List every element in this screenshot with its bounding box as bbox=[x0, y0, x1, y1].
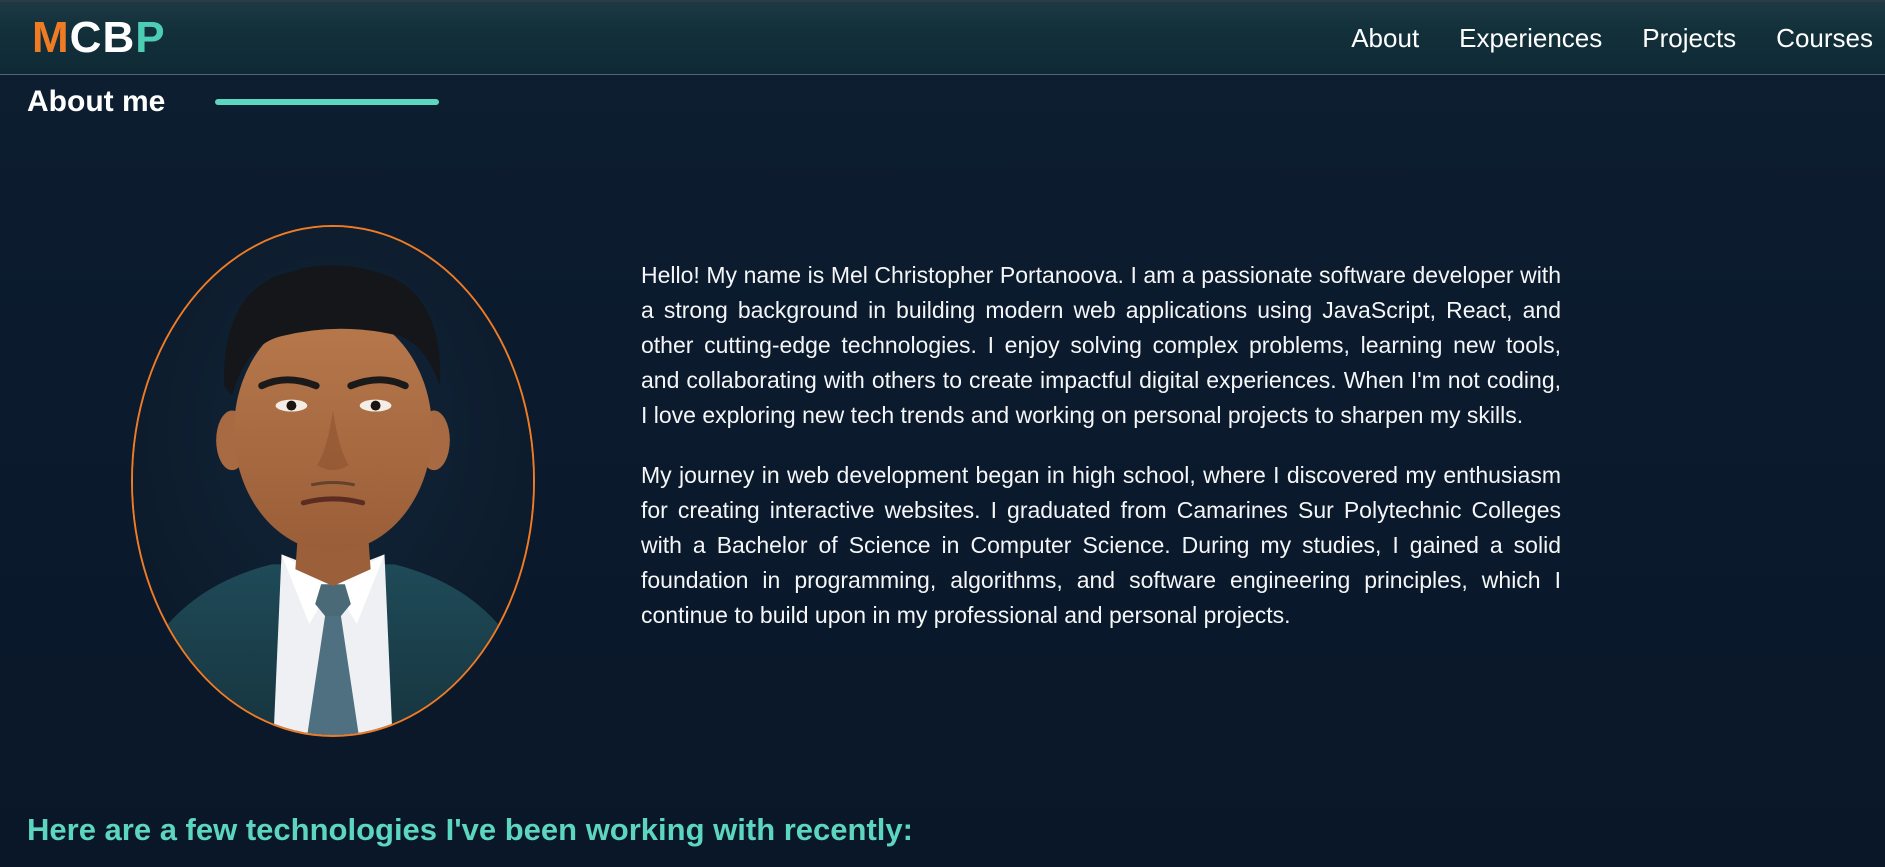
navbar: M C B P About Experiences Projects Cours… bbox=[0, 0, 1885, 75]
title-underline bbox=[215, 99, 440, 105]
bio-paragraph-intro: Hello! My name is Mel Christopher Portan… bbox=[641, 262, 1561, 428]
logo-letter-b: B bbox=[102, 13, 136, 62]
logo[interactable]: M C B P bbox=[32, 16, 166, 60]
nav-link-projects[interactable]: Projects bbox=[1642, 23, 1736, 54]
nav-link-courses[interactable]: Courses bbox=[1776, 23, 1873, 54]
about-title: About me bbox=[27, 85, 166, 118]
nav-link-experiences[interactable]: Experiences bbox=[1459, 23, 1602, 54]
logo-letter-c: C bbox=[69, 13, 103, 62]
logo-letter-m: M bbox=[32, 13, 70, 62]
nav-links: About Experiences Projects Courses bbox=[1311, 23, 1873, 54]
nav-link-about[interactable]: About bbox=[1351, 23, 1419, 54]
about-section-heading: About me bbox=[27, 85, 440, 119]
profile-photo-icon bbox=[133, 227, 533, 735]
logo-letter-p: P bbox=[135, 13, 166, 62]
bio-paragraph-journey: My journey in web development began in h… bbox=[641, 462, 1561, 628]
profile-photo bbox=[131, 225, 535, 737]
about-bio: Hello! My name is Mel Christopher Portan… bbox=[641, 258, 1561, 658]
technologies-heading: Here are a few technologies I've been wo… bbox=[27, 812, 913, 847]
page: M C B P About Experiences Projects Cours… bbox=[0, 0, 1885, 867]
